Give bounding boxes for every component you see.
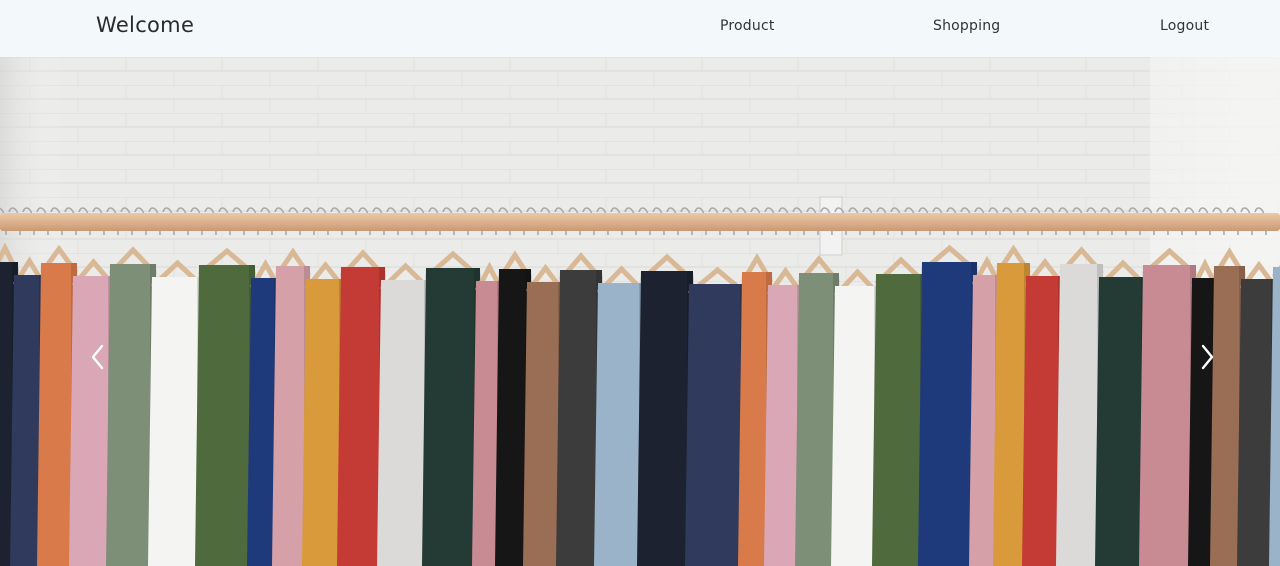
top-navbar: Welcome Product Shopping Logout <box>0 0 1280 57</box>
chevron-right-icon <box>1201 344 1214 370</box>
nav-link-product[interactable]: Product <box>720 18 775 34</box>
carousel-prev-button[interactable] <box>78 337 118 377</box>
hero-carousel <box>0 57 1280 566</box>
carousel-slide-image <box>0 57 1280 566</box>
nav-link-logout[interactable]: Logout <box>1160 18 1209 34</box>
brand-title[interactable]: Welcome <box>96 13 194 37</box>
nav-link-shopping[interactable]: Shopping <box>933 18 1000 34</box>
garments-group <box>0 242 1280 566</box>
carousel-next-button[interactable] <box>1187 337 1227 377</box>
chevron-left-icon <box>91 344 104 370</box>
